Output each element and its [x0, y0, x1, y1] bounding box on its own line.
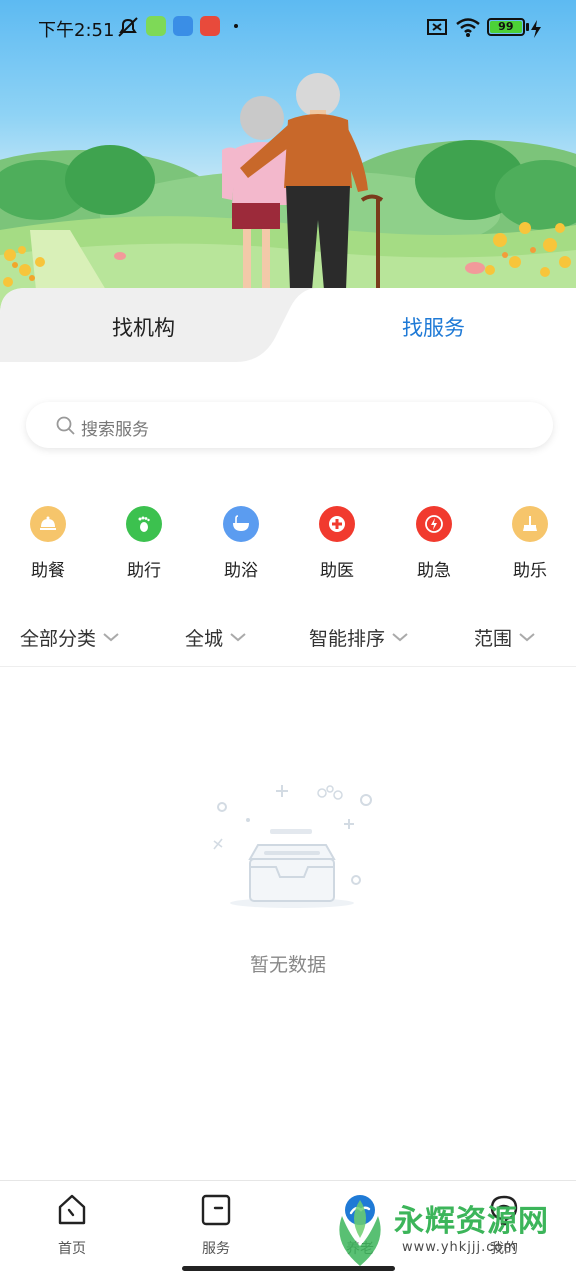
category-mobility[interactable]: 助行	[114, 506, 174, 586]
search-placeholder: 搜索服务	[81, 420, 149, 440]
filter-sort[interactable]: 智能排序	[309, 624, 409, 650]
battery-cap	[526, 23, 529, 31]
category-meal[interactable]: 助餐	[18, 506, 78, 586]
filter-label: 全城	[185, 628, 224, 650]
battery-indicator: 99	[487, 18, 525, 36]
filter-label: 智能排序	[309, 628, 386, 650]
chevron-down-icon	[519, 633, 535, 642]
filter-range[interactable]: 范围	[474, 624, 536, 650]
filter-label: 范围	[474, 628, 513, 650]
status-time: 下午2:51	[38, 20, 115, 41]
status-bar: 下午2:51 99	[0, 0, 576, 54]
category-bath[interactable]: 助浴	[211, 506, 271, 586]
app-notification-icon	[173, 16, 193, 36]
empty-inbox-icon	[213, 785, 372, 908]
wifi-icon	[456, 18, 480, 37]
search-icon	[56, 416, 75, 435]
chevron-down-icon	[103, 633, 119, 642]
category-label: 助乐	[513, 561, 547, 581]
service-icon	[201, 1194, 231, 1226]
category-label: 助行	[127, 561, 161, 581]
nav-label: 服务	[202, 1241, 230, 1257]
sim-off-icon	[427, 19, 447, 35]
nav-service[interactable]: 服务	[176, 1189, 256, 1259]
watermark: 永辉资源网 www.yhkjjj.com	[330, 1196, 576, 1276]
category-emergency[interactable]: 助急	[404, 506, 464, 586]
nav-home[interactable]: 首页	[32, 1189, 112, 1259]
category-label: 助餐	[31, 561, 65, 581]
charging-icon	[531, 20, 541, 38]
search-input[interactable]: 搜索服务	[26, 402, 553, 448]
category-medical[interactable]: 助医	[307, 506, 367, 586]
tab-find-institution[interactable]: 找机构	[0, 288, 330, 368]
category-label: 助急	[417, 561, 451, 581]
tab-find-institution-label: 找机构	[112, 316, 175, 340]
bathtub-icon	[223, 506, 259, 542]
watermark-logo-icon	[339, 1200, 381, 1266]
tab-find-service[interactable]: 找服务	[402, 312, 465, 342]
filter-label: 全部分类	[20, 628, 97, 650]
filter-divider	[0, 666, 576, 667]
filter-city[interactable]: 全城	[185, 624, 247, 650]
battery-level: 99	[490, 21, 522, 33]
footprint-icon	[126, 506, 162, 542]
chevron-down-icon	[230, 633, 246, 642]
category-label: 助浴	[224, 561, 258, 581]
nav-label: 首页	[58, 1241, 86, 1257]
app-notification-icon	[200, 16, 220, 36]
home-icon	[58, 1194, 86, 1225]
cloche-icon	[30, 506, 66, 542]
lightning-icon	[416, 506, 452, 542]
category-label: 助医	[320, 561, 354, 581]
empty-state-text: 暂无数据	[249, 954, 326, 976]
chevron-down-icon	[392, 633, 408, 642]
more-notifications-dot	[234, 24, 238, 28]
medical-cross-icon	[319, 506, 355, 542]
filter-category[interactable]: 全部分类	[20, 624, 120, 650]
hero-banner: 下午2:51 99	[0, 0, 576, 330]
app-notification-icon	[146, 16, 166, 36]
category-leisure[interactable]: 助乐	[500, 506, 560, 586]
watermark-url: www.yhkjjj.com	[402, 1240, 518, 1255]
watermark-title: 永辉资源网	[394, 1204, 549, 1239]
silent-bell-icon	[118, 17, 138, 37]
broom-icon	[512, 506, 548, 542]
home-indicator[interactable]	[182, 1266, 395, 1271]
